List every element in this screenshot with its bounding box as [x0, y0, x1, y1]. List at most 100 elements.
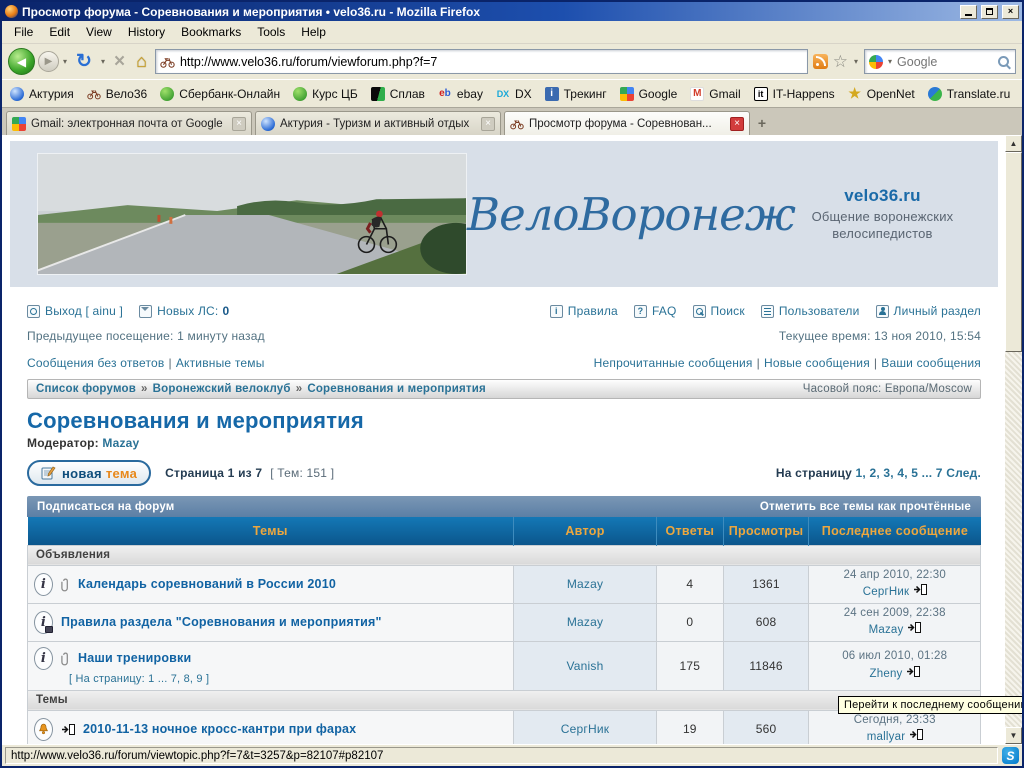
faq-link[interactable]: ?FAQ [634, 304, 677, 318]
scroll-up-icon[interactable]: ▲ [1005, 135, 1022, 152]
rss-icon[interactable] [813, 54, 828, 69]
goto-last-post-icon[interactable] [909, 729, 923, 740]
back-button[interactable]: ◀ [8, 48, 35, 75]
status-url-text: http://www.velo36.ru/forum/viewtopic.php… [5, 747, 998, 764]
author-link[interactable]: СергНик [561, 722, 609, 736]
search-engine-dropdown-icon[interactable]: ▾ [887, 57, 893, 66]
menu-history[interactable]: History [120, 22, 173, 42]
bookmark-akturia[interactable]: Актурия [10, 87, 74, 101]
private-messages-link[interactable]: Новых ЛС:0 [139, 304, 229, 318]
bookmark-opennet[interactable]: ★OpenNet [848, 87, 915, 101]
topic-title-link[interactable]: Календарь соревнований в России 2010 [78, 577, 336, 591]
history-dropdown-icon[interactable]: ▾ [62, 57, 68, 66]
goto-last-post-icon[interactable] [913, 584, 927, 595]
search-box[interactable]: ▾ [864, 49, 1016, 74]
new-topic-button[interactable]: новая тема [27, 460, 151, 486]
goto-first-unread-icon[interactable] [61, 724, 75, 735]
last-post-user-link[interactable]: Zheny [870, 668, 903, 680]
refresh-button[interactable]: ↻ [73, 50, 95, 73]
menu-bookmarks[interactable]: Bookmarks [173, 22, 249, 42]
tab-akturia[interactable]: Актурия - Туризм и активный отдых × [255, 111, 501, 135]
minimize-button[interactable] [960, 5, 977, 19]
scrollbar-thumb[interactable] [1005, 152, 1022, 352]
menu-help[interactable]: Help [293, 22, 334, 42]
unread-posts-link[interactable]: Непрочитанные сообщения [594, 356, 753, 370]
topic-title-link[interactable]: Наши тренировки [78, 651, 191, 665]
breadcrumb-current-forum[interactable]: Соревнования и мероприятия [307, 383, 486, 395]
url-dropdown-icon[interactable]: ▾ [853, 57, 859, 66]
scroll-down-icon[interactable]: ▼ [1005, 727, 1022, 744]
bookmark-star-icon[interactable]: ☆ [833, 53, 848, 70]
menu-view[interactable]: View [78, 22, 120, 42]
tab-forum-active[interactable]: Просмотр форума - Соревнован... × [504, 111, 750, 135]
last-post-user-link[interactable]: mallyar [867, 731, 905, 743]
tab-gmail[interactable]: Gmail: электронная почта от Google × [6, 111, 252, 135]
page-info: Страница 1 из 7 [165, 466, 262, 480]
menu-file[interactable]: File [6, 22, 41, 42]
new-posts-link[interactable]: Новые сообщения [764, 356, 870, 370]
skype-extension-icon[interactable]: S [1002, 747, 1019, 764]
separator: | [164, 356, 175, 370]
subscribe-forum-link[interactable]: Подписаться на форум [37, 501, 175, 513]
search-magnifier-icon[interactable] [997, 55, 1011, 69]
last-post-user-link[interactable]: Mazay [869, 624, 904, 636]
restore-button[interactable] [981, 5, 998, 19]
bookmark-splav[interactable]: Сплав [371, 87, 425, 101]
members-link[interactable]: Пользователи [761, 304, 860, 318]
breadcrumb-club[interactable]: Воронежский велоклуб [153, 383, 291, 395]
bookmark-dx[interactable]: DXDX [496, 87, 532, 101]
views-count: 560 [723, 710, 809, 744]
bookmark-tracking[interactable]: iТрекинг [545, 87, 607, 101]
vertical-scrollbar[interactable]: ▲ ▼ [1005, 135, 1022, 744]
goto-last-post-icon[interactable] [906, 666, 920, 677]
author-link[interactable]: Vanish [566, 659, 603, 673]
url-bar[interactable] [155, 49, 808, 74]
search-link[interactable]: Поиск [693, 304, 745, 318]
mark-topics-read-link[interactable]: Отметить все темы как прочтённые [760, 501, 971, 513]
logout-link[interactable]: Выход [ ainu ] [27, 304, 123, 318]
separator: | [870, 356, 881, 370]
pagination-next-link[interactable]: След. [946, 466, 981, 480]
moderator-link[interactable]: Mazay [102, 436, 139, 450]
topic-title-link[interactable]: Правила раздела "Соревнования и мероприя… [61, 615, 382, 629]
bookmark-ebay[interactable]: ebebay [438, 87, 483, 101]
stop-button[interactable]: × [111, 51, 128, 73]
dx-icon: DX [496, 87, 510, 101]
tab-close-icon[interactable]: × [232, 117, 246, 131]
breadcrumb-forum-index[interactable]: Список форумов [36, 383, 136, 395]
bookmark-google[interactable]: Google [620, 87, 678, 101]
forward-button[interactable]: ▶ [38, 51, 59, 72]
your-posts-link[interactable]: Ваши сообщения [881, 356, 981, 370]
last-post-user-link[interactable]: СергНик [863, 586, 909, 598]
bookmark-velo36[interactable]: Вело36 [87, 87, 147, 101]
close-button[interactable]: × [1002, 5, 1019, 19]
refresh-dropdown-icon[interactable]: ▾ [100, 57, 106, 66]
tab-close-icon[interactable]: × [481, 117, 495, 131]
tab-close-icon[interactable]: × [730, 117, 744, 131]
forum-actions-bar: Подписаться на форум Отметить все темы к… [27, 496, 981, 517]
home-button[interactable]: ⌂ [133, 51, 150, 72]
user-control-panel-link[interactable]: Личный раздел [876, 304, 981, 318]
bookmark-gmail[interactable]: MGmail [690, 87, 740, 101]
bookmark-translate[interactable]: Translate.ru [928, 87, 1011, 101]
bookmark-sberbank[interactable]: Сбербанк-Онлайн [160, 87, 280, 101]
rules-link[interactable]: iПравила [550, 304, 618, 318]
pagination-pages[interactable]: 1, 2, 3, 4, 5 ... 7 [856, 466, 943, 480]
search-input[interactable] [897, 55, 993, 69]
author-link[interactable]: Mazay [567, 615, 603, 629]
bookmark-kurs-cb[interactable]: Курс ЦБ [293, 87, 358, 101]
menu-edit[interactable]: Edit [41, 22, 78, 42]
url-input[interactable] [180, 55, 803, 69]
cb-rate-icon [293, 87, 307, 101]
google-search-engine-icon[interactable] [869, 55, 883, 69]
topic-pagination-links[interactable]: [ На страницу: 1 ... 7, 8, 9 ] [69, 673, 209, 685]
goto-last-post-icon[interactable] [907, 622, 921, 633]
unanswered-posts-link[interactable]: Сообщения без ответов [27, 356, 164, 370]
menu-tools[interactable]: Tools [249, 22, 293, 42]
new-tab-button[interactable]: + [753, 114, 771, 132]
bookmark-it-happens[interactable]: itIT-Happens [754, 87, 835, 101]
navigation-toolbar: ◀ ▶ ▾ ↻ ▾ × ⌂ ☆ ▾ ▾ [2, 44, 1022, 79]
author-link[interactable]: Mazay [567, 577, 603, 591]
active-topics-link[interactable]: Активные темы [176, 356, 265, 370]
topic-title-link[interactable]: 2010-11-13 ночное кросс-кантри при фарах [83, 722, 356, 736]
